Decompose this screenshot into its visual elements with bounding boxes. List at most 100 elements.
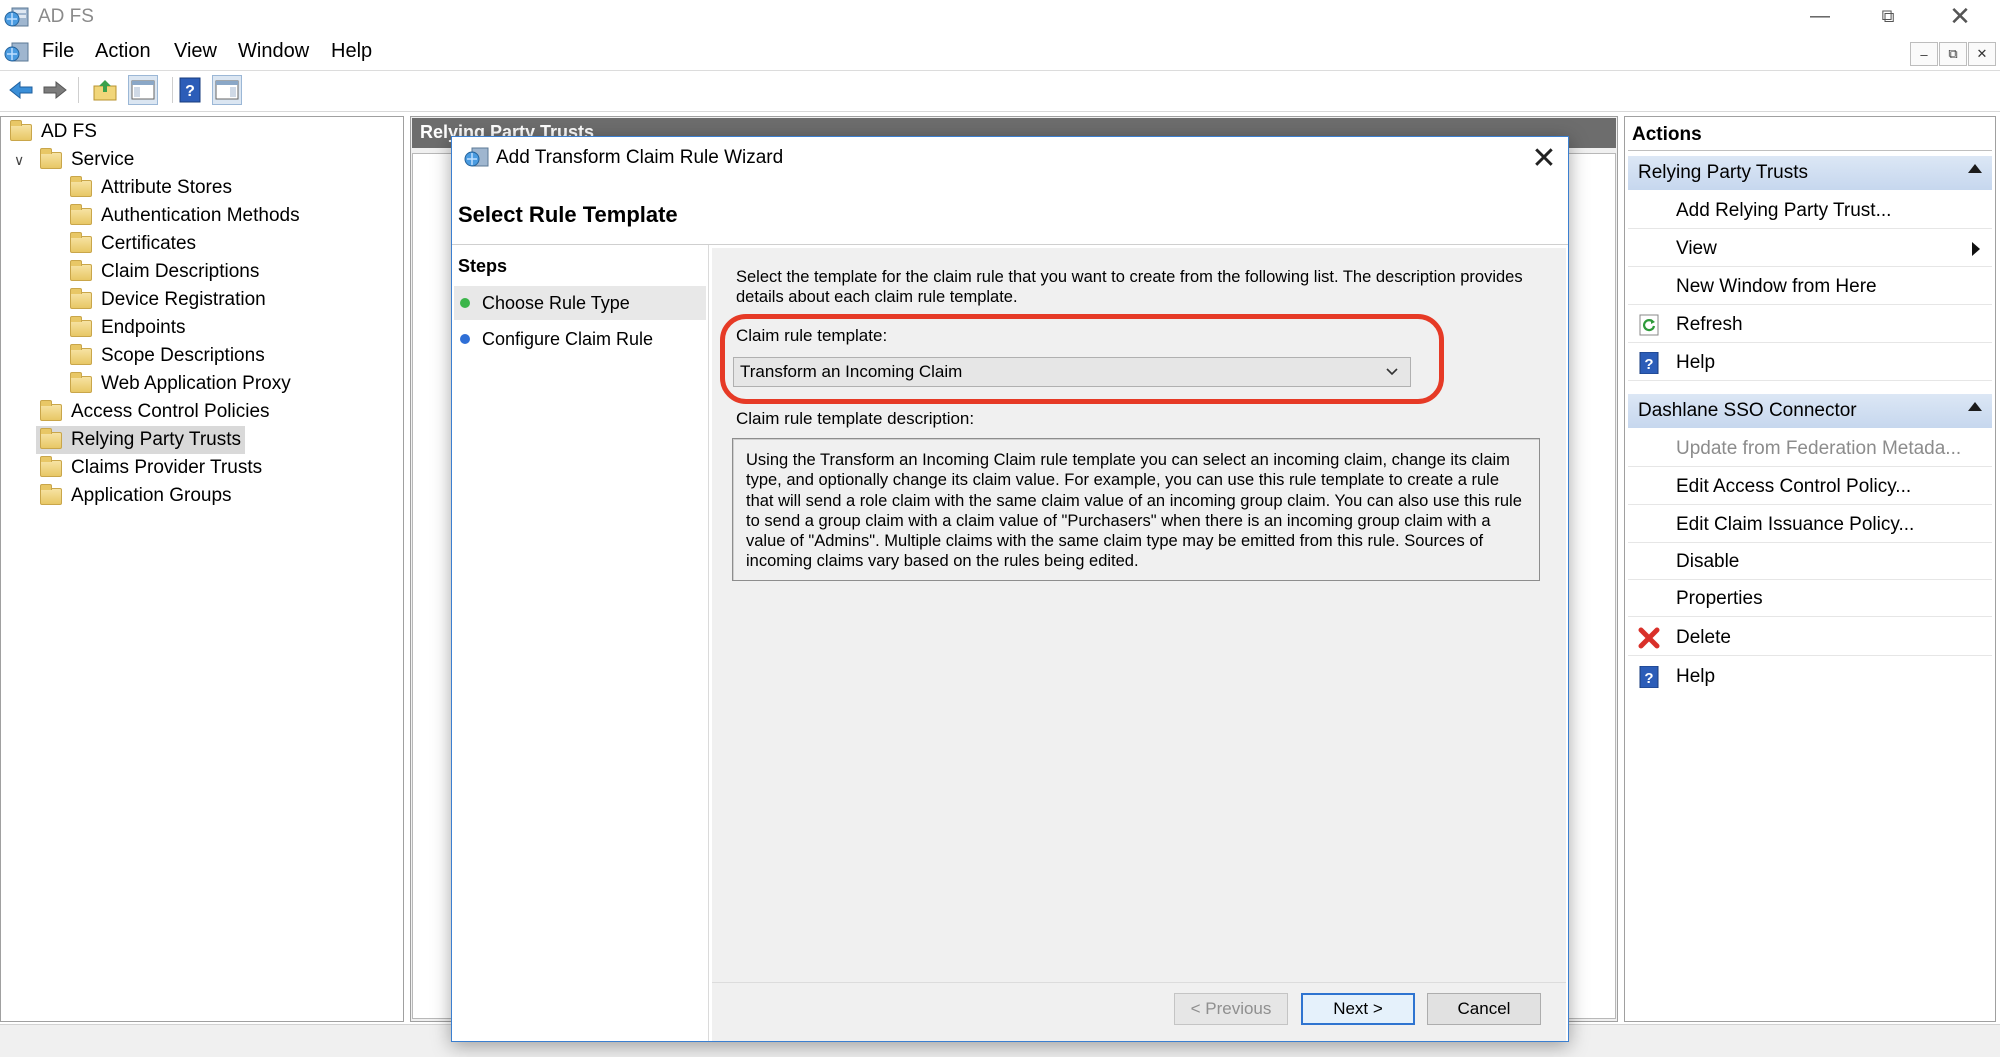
action-label: Disable — [1676, 550, 1740, 572]
tree-item-relying-party-trusts[interactable]: Relying Party Trusts — [36, 426, 245, 454]
back-button[interactable] — [6, 75, 36, 105]
action-disable[interactable]: Disable — [1628, 544, 1992, 580]
tree-item-label: AD FS — [41, 121, 97, 142]
folder-icon — [70, 203, 92, 225]
tree-item-label: Relying Party Trusts — [71, 429, 241, 450]
tree-item-label: Access Control Policies — [71, 401, 270, 422]
tree-item-device-registration[interactable]: Device Registration — [70, 286, 266, 314]
action-label: New Window from Here — [1676, 275, 1877, 297]
close-icon: ✕ — [1976, 46, 1988, 61]
action-label: Help — [1676, 351, 1716, 373]
action-update-from-federation-metadata[interactable]: Update from Federation Metada... — [1628, 431, 1992, 467]
action-add-relying-party-trust[interactable]: Add Relying Party Trust... — [1628, 193, 1992, 229]
action-new-window-from-here[interactable]: New Window from Here — [1628, 269, 1992, 305]
mdi-restore-button[interactable]: ⧉ — [1939, 42, 1967, 66]
action-label: Properties — [1676, 587, 1763, 609]
step-choose-rule-type[interactable]: Choose Rule Type — [454, 286, 706, 320]
close-window-button[interactable]: ✕ — [1924, 0, 1996, 32]
action-label: Update from Federation Metada... — [1676, 437, 1962, 459]
chevron-down-icon[interactable]: ∨ — [14, 152, 26, 169]
tree-item-label: Claims Provider Trusts — [71, 457, 263, 478]
dialog-close-button[interactable]: ✕ — [1526, 141, 1562, 175]
action-label: Delete — [1676, 626, 1731, 648]
svg-text:?: ? — [185, 83, 195, 100]
tree-item-claim-descriptions[interactable]: Claim Descriptions — [70, 258, 259, 286]
window-title: AD FS — [38, 6, 94, 27]
show-hide-tree-button[interactable] — [128, 75, 158, 105]
tree-item-claims-provider-trusts[interactable]: Claims Provider Trusts — [40, 454, 262, 482]
folder-icon — [40, 147, 62, 169]
folder-icon — [40, 427, 62, 449]
step-configure-claim-rule[interactable]: Configure Claim Rule — [454, 322, 706, 356]
forward-button[interactable] — [40, 75, 70, 105]
tree-item-label: Claim Descriptions — [101, 261, 260, 282]
tree-item-attribute-stores[interactable]: Attribute Stores — [70, 174, 232, 202]
folder-icon — [70, 343, 92, 365]
menu-file[interactable]: File — [38, 40, 78, 63]
back-arrow-icon — [9, 80, 33, 100]
folder-icon — [70, 175, 92, 197]
wizard-app-icon — [464, 147, 489, 167]
tree-item-access-control-policies[interactable]: Access Control Policies — [40, 398, 270, 426]
actions-section-relying-party-trusts[interactable]: Relying Party Trusts — [1628, 156, 1992, 190]
action-edit-claim-issuance-policy[interactable]: Edit Claim Issuance Policy... — [1628, 507, 1992, 543]
step-status-dot-icon — [460, 334, 470, 344]
next-button[interactable]: Next > — [1301, 993, 1415, 1025]
tree-item-application-groups[interactable]: Application Groups — [40, 482, 232, 510]
mdi-close-button[interactable]: ✕ — [1968, 42, 1996, 66]
menu-view[interactable]: View — [170, 40, 221, 63]
action-delete[interactable]: Delete — [1628, 620, 1992, 656]
tree-item-authentication-methods[interactable]: Authentication Methods — [70, 202, 300, 230]
forward-arrow-icon — [43, 80, 67, 100]
actions-title: Actions — [1632, 124, 1702, 145]
action-refresh[interactable]: Refresh — [1628, 307, 1992, 343]
menu-help[interactable]: Help — [327, 40, 376, 63]
help-toolbar-button[interactable]: ? — [175, 75, 205, 105]
previous-button[interactable]: < Previous — [1174, 993, 1288, 1025]
action-pane-icon — [215, 80, 239, 100]
action-help[interactable]: ? Help — [1628, 345, 1992, 381]
action-label: Edit Claim Issuance Policy... — [1676, 513, 1915, 535]
minimize-button[interactable]: — — [1784, 0, 1856, 32]
tree-item-scope-descriptions[interactable]: Scope Descriptions — [70, 342, 265, 370]
collapse-up-icon[interactable] — [1968, 164, 1982, 173]
tree-item-certificates[interactable]: Certificates — [70, 230, 196, 258]
menu-action[interactable]: Action — [91, 40, 155, 63]
divider — [1628, 150, 1992, 151]
tree-item-web-application-proxy[interactable]: Web Application Proxy — [70, 370, 291, 398]
cancel-button[interactable]: Cancel — [1427, 993, 1541, 1025]
tree-item-label: Endpoints — [101, 317, 186, 338]
restore-icon: ⧉ — [1948, 46, 1958, 61]
show-hide-action-pane-button[interactable] — [212, 75, 242, 105]
restore-button[interactable]: ⧉ — [1852, 0, 1924, 32]
title-bar: AD FS — ⧉ ✕ — [0, 0, 2000, 34]
menu-window[interactable]: Window — [234, 40, 313, 63]
tree-item-endpoints[interactable]: Endpoints — [70, 314, 186, 342]
highlight-annotation — [720, 314, 1444, 404]
tree-item-service[interactable]: ∨ Service — [14, 146, 134, 174]
action-help-2[interactable]: ? Help — [1628, 659, 1992, 695]
tree-item-label: Device Registration — [101, 289, 266, 310]
action-label: Add Relying Party Trust... — [1676, 199, 1892, 221]
folder-icon — [40, 483, 62, 505]
collapse-up-icon[interactable] — [1968, 402, 1982, 411]
action-label: Help — [1676, 666, 1716, 687]
svg-text:?: ? — [1644, 356, 1653, 373]
refresh-icon — [1639, 314, 1659, 336]
folder-icon — [70, 315, 92, 337]
action-view[interactable]: View — [1628, 231, 1992, 267]
action-edit-access-control-policy[interactable]: Edit Access Control Policy... — [1628, 469, 1992, 505]
adfs-menu-icon[interactable] — [4, 39, 30, 65]
up-folder-button[interactable] — [90, 75, 120, 105]
tree-item-adfs[interactable]: AD FS — [10, 118, 97, 146]
action-properties[interactable]: Properties — [1628, 581, 1992, 617]
menu-bar: File Action View Window Help – ⧉ ✕ — [0, 34, 2000, 71]
section-label: Dashlane SSO Connector — [1638, 400, 1857, 421]
help-icon: ? — [1639, 352, 1659, 374]
wizard-page-heading: Select Rule Template — [458, 202, 678, 227]
mdi-minimize-button[interactable]: – — [1910, 42, 1938, 66]
actions-section-dashlane-sso-connector[interactable]: Dashlane SSO Connector — [1628, 394, 1992, 428]
folder-icon — [70, 287, 92, 309]
tree-item-label: Web Application Proxy — [101, 373, 291, 394]
help-icon: ? — [179, 77, 201, 103]
